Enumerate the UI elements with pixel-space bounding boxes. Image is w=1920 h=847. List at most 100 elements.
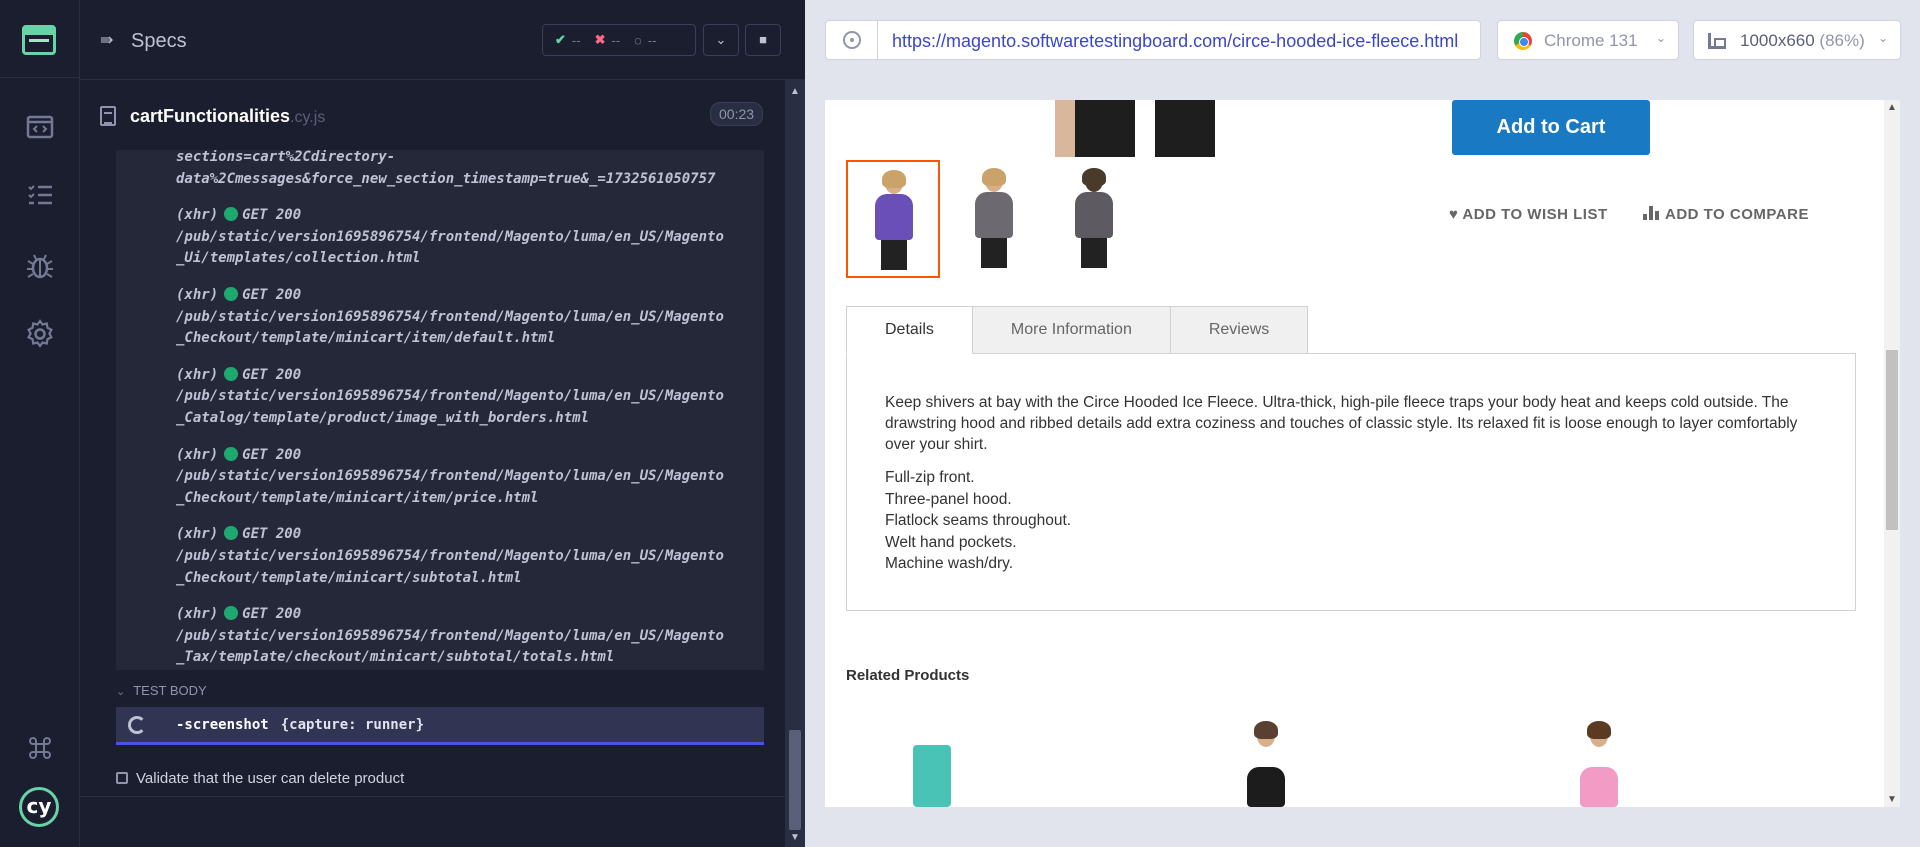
log-line: _Checkout/template/minicart/subtotal.htm… (176, 569, 522, 586)
xhr-log-entry[interactable]: (xhr) GET 200 (176, 444, 301, 466)
selector-playground-icon[interactable] (826, 21, 878, 59)
product-main-image[interactable] (1025, 100, 1225, 157)
specs-header: ⇛ Specs ✔ -- ✖ -- ◌ -- ⌄ ■ (80, 0, 805, 80)
failed-count: ✖ -- (594, 32, 621, 48)
spinner-icon: ◌ (634, 32, 642, 48)
app-logo-icon[interactable] (22, 25, 56, 55)
cypress-logo-icon[interactable]: cy (19, 787, 59, 827)
rail-divider (0, 77, 80, 78)
debug-bug-icon[interactable] (24, 250, 56, 282)
xhr-log-entry[interactable]: (xhr) GET 200 (176, 364, 301, 386)
request-status: GET 200 (242, 207, 302, 224)
add-to-wishlist-link[interactable]: ♥ ADD TO WISH LIST (1449, 206, 1608, 223)
chrome-icon (1514, 32, 1532, 50)
log-line: /pub/static/version1695896754/frontend/M… (176, 228, 724, 245)
product-thumbnail[interactable] (846, 160, 940, 278)
keyboard-shortcuts-icon[interactable] (24, 732, 56, 764)
specs-list-icon[interactable] (24, 179, 56, 211)
command-name: -screenshot (176, 717, 269, 733)
log-line: data%2Cmessages&force_new_section_timest… (176, 170, 716, 187)
spec-file-name[interactable]: cartFunctionalities.cy.js (130, 106, 325, 127)
settings-gear-icon[interactable] (24, 318, 56, 350)
status-dot-icon (224, 366, 239, 381)
chevron-down-icon: ⌄ (715, 32, 727, 47)
request-status: GET 200 (242, 606, 302, 623)
log-line: _Tax/template/checkout/minicart/subtotal… (176, 649, 615, 666)
scroll-down-icon[interactable]: ▼ (1887, 794, 1897, 805)
command-row-screenshot[interactable]: -screenshot {capture: runner} (116, 707, 764, 745)
reporter-panel: ⇛ Specs ✔ -- ✖ -- ◌ -- ⌄ ■ cartFunctionalit… (80, 0, 805, 847)
check-icon: ✔ (555, 32, 566, 47)
xhr-log-entry[interactable]: (xhr) GET 200 (176, 284, 301, 306)
status-dot-icon (224, 207, 239, 222)
status-dot-icon (224, 606, 239, 621)
scroll-down-icon[interactable]: ▼ (790, 832, 800, 843)
runs-icon[interactable] (24, 111, 56, 143)
tab-details[interactable]: Details (846, 306, 973, 354)
feature-item: Welt hand pockets. (885, 533, 1017, 551)
passed-count: ✔ -- (555, 32, 581, 48)
icon-rail: cy (0, 0, 80, 847)
chevron-down-icon: ⌄ (1877, 31, 1888, 45)
log-line: sections=cart%2Cdirectory- (176, 150, 396, 165)
log-line: _Checkout/template/minicart/item/price.h… (176, 489, 539, 506)
feature-list: Full-zip front. Three-panel hood. Flatlo… (885, 467, 1071, 575)
specs-menu-icon[interactable]: ⇛ (100, 32, 118, 50)
command-args: {capture: runner} (280, 717, 425, 733)
product-tabs: Details More Information Reviews (846, 306, 1309, 354)
related-product-image[interactable] (1215, 715, 1315, 807)
test-item-delete-product[interactable]: Validate that the user can delete produc… (116, 770, 404, 787)
heart-icon: ♥ (1449, 206, 1459, 223)
scroll-up-icon[interactable]: ▲ (790, 86, 800, 97)
scrollbar-thumb[interactable] (789, 730, 801, 830)
request-status: GET 200 (242, 446, 302, 463)
related-product-image[interactable] (881, 715, 981, 807)
log-line: /pub/static/version1695896754/frontend/M… (176, 627, 724, 644)
page-scrollbar[interactable]: ▲ ▼ (1884, 100, 1900, 807)
spec-file-header: cartFunctionalities.cy.js 00:23 (80, 96, 785, 152)
chevron-down-icon: ⌄ (1655, 31, 1666, 45)
divider (80, 796, 785, 797)
feature-item: Full-zip front. (885, 469, 975, 486)
related-product-image[interactable] (1548, 715, 1648, 807)
feature-item: Three-panel hood. (885, 490, 1012, 508)
product-thumbnail[interactable] (1046, 160, 1140, 278)
specs-title[interactable]: Specs (131, 30, 187, 53)
status-dot-icon (224, 287, 239, 301)
xhr-log-entry[interactable]: (xhr) GET 200 (176, 523, 301, 545)
scroll-up-icon[interactable]: ▲ (1887, 102, 1897, 113)
details-panel: Keep shivers at bay with the Circe Hoode… (846, 353, 1856, 611)
xhr-log-entry[interactable]: (xhr) GET 200 (176, 204, 301, 226)
auto-scroll-button[interactable]: ⌄ (703, 24, 739, 56)
command-log[interactable]: sections=cart%2Cdirectory-data%2Cmessage… (116, 150, 764, 670)
add-to-cart-button[interactable]: Add to Cart (1452, 100, 1650, 155)
viewport-select[interactable]: 1000x660 (86%) ⌄ (1693, 20, 1901, 60)
url-bar[interactable]: https://magento.softwaretestingboard.com… (825, 20, 1481, 60)
log-line: /pub/static/version1695896754/frontend/M… (176, 548, 724, 564)
test-body-header[interactable]: ⌄ TEST BODY (116, 683, 207, 698)
tab-more-information[interactable]: More Information (971, 306, 1171, 354)
scrollbar-thumb[interactable] (1886, 350, 1898, 530)
reporter-scrollbar[interactable]: ▲ ▼ (785, 80, 805, 847)
add-to-compare-link[interactable]: ADD TO COMPARE (1643, 206, 1809, 223)
log-line: /pub/static/version1695896754/frontend/M… (176, 388, 724, 405)
browser-select[interactable]: Chrome 131 ⌄ (1497, 20, 1679, 60)
url-text[interactable]: https://magento.softwaretestingboard.com… (892, 31, 1458, 52)
bar-chart-icon (1643, 206, 1659, 220)
file-icon (100, 106, 116, 126)
log-line: /pub/static/version1695896754/frontend/M… (176, 468, 724, 485)
loading-spinner-icon (128, 716, 146, 734)
status-dot-icon (224, 446, 239, 461)
product-thumbnail[interactable] (946, 160, 1040, 278)
product-description: Keep shivers at bay with the Circe Hoode… (885, 394, 1798, 453)
xhr-log-entry[interactable]: (xhr) GET 200 (176, 603, 301, 625)
request-status: GET 200 (242, 526, 302, 543)
request-status: GET 200 (242, 366, 302, 383)
log-line: _Catalog/template/product/image_with_bor… (176, 410, 590, 426)
tab-reviews[interactable]: Reviews (1169, 306, 1309, 354)
feature-item: Machine wash/dry. (885, 555, 1014, 572)
checkbox-icon (116, 772, 128, 784)
log-line: _Checkout/template/minicart/item/default… (176, 330, 556, 347)
stop-button[interactable]: ■ (745, 24, 781, 56)
x-icon: ✖ (594, 32, 606, 47)
